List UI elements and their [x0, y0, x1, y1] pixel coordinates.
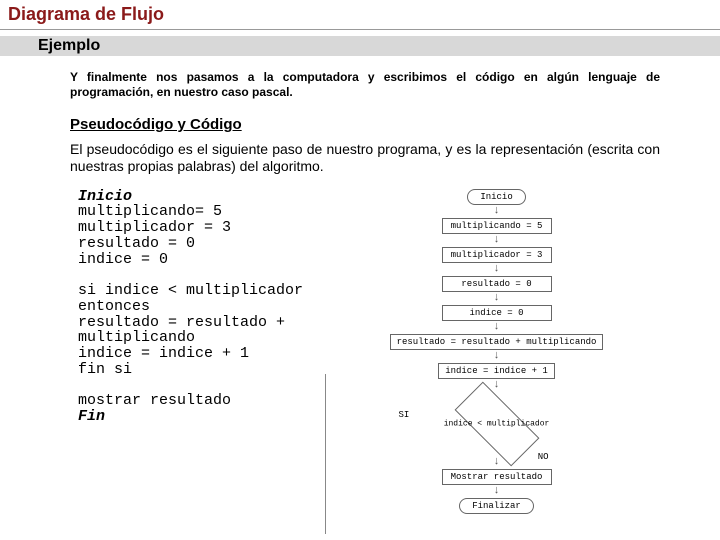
- kw-fin: Fin: [78, 408, 105, 425]
- content: Y finalmente nos pasamos a la computador…: [0, 56, 720, 514]
- fc-start: Inicio: [467, 189, 525, 205]
- arrow-icon: ↓: [493, 235, 500, 246]
- fc-node: multiplicando = 5: [442, 218, 552, 234]
- code-line: indice = indice + 1: [78, 345, 249, 362]
- code-line: multiplicador = 3: [78, 219, 231, 236]
- arrow-icon: ↓: [493, 322, 500, 333]
- arrow-icon: ↓: [493, 457, 500, 468]
- code-line: indice = 0: [78, 251, 168, 268]
- example-bar: Ejemplo: [0, 36, 720, 56]
- code-line: resultado = 0: [78, 235, 195, 252]
- code-line: multiplicando= 5: [78, 203, 222, 220]
- pseudocode-block: Inicio multiplicando= 5 multiplicador = …: [78, 189, 303, 425]
- desc-text: El pseudocódigo es el siguiente paso de …: [70, 141, 660, 175]
- arrow-icon: ↓: [493, 486, 500, 497]
- loop-left-line: [325, 374, 326, 534]
- flowchart: Inicio ↓ multiplicando = 5 ↓ multiplicad…: [333, 189, 660, 514]
- code-line: multiplicando: [78, 329, 195, 346]
- code-line: entonces: [78, 298, 150, 315]
- label-no: NO: [538, 452, 549, 462]
- fc-output: Mostrar resultado: [442, 469, 552, 485]
- fc-node: indice = 0: [442, 305, 552, 321]
- fc-node: resultado = 0: [442, 276, 552, 292]
- kw-inicio: Inicio: [78, 188, 132, 205]
- decision-wrap: SI indice < multiplicador NO: [397, 392, 597, 456]
- code-line: si indice < multiplicador: [78, 282, 303, 299]
- arrow-icon: ↓: [493, 351, 500, 362]
- code-line: mostrar resultado: [78, 392, 231, 409]
- arrow-icon: ↓: [493, 264, 500, 275]
- arrow-icon: ↓: [493, 293, 500, 304]
- intro-text: Y finalmente nos pasamos a la computador…: [70, 70, 660, 100]
- fc-decision: indice < multiplicador: [454, 381, 539, 466]
- fc-node: multiplicador = 3: [442, 247, 552, 263]
- arrow-icon: ↓: [493, 380, 500, 391]
- arrow-icon: ↓: [493, 206, 500, 217]
- label-si: SI: [399, 410, 410, 420]
- page-title: Diagrama de Flujo: [0, 0, 720, 30]
- fc-end: Finalizar: [459, 498, 534, 514]
- example-label: Ejemplo: [38, 37, 720, 55]
- subheading-pseudocode: Pseudocódigo y Código: [70, 116, 660, 133]
- fc-node: resultado = resultado + multiplicando: [390, 334, 604, 350]
- columns: Inicio multiplicando= 5 multiplicador = …: [70, 189, 660, 514]
- fc-node: indice = indice + 1: [438, 363, 555, 379]
- code-line: fin si: [78, 361, 132, 378]
- code-line: resultado = resultado +: [78, 314, 285, 331]
